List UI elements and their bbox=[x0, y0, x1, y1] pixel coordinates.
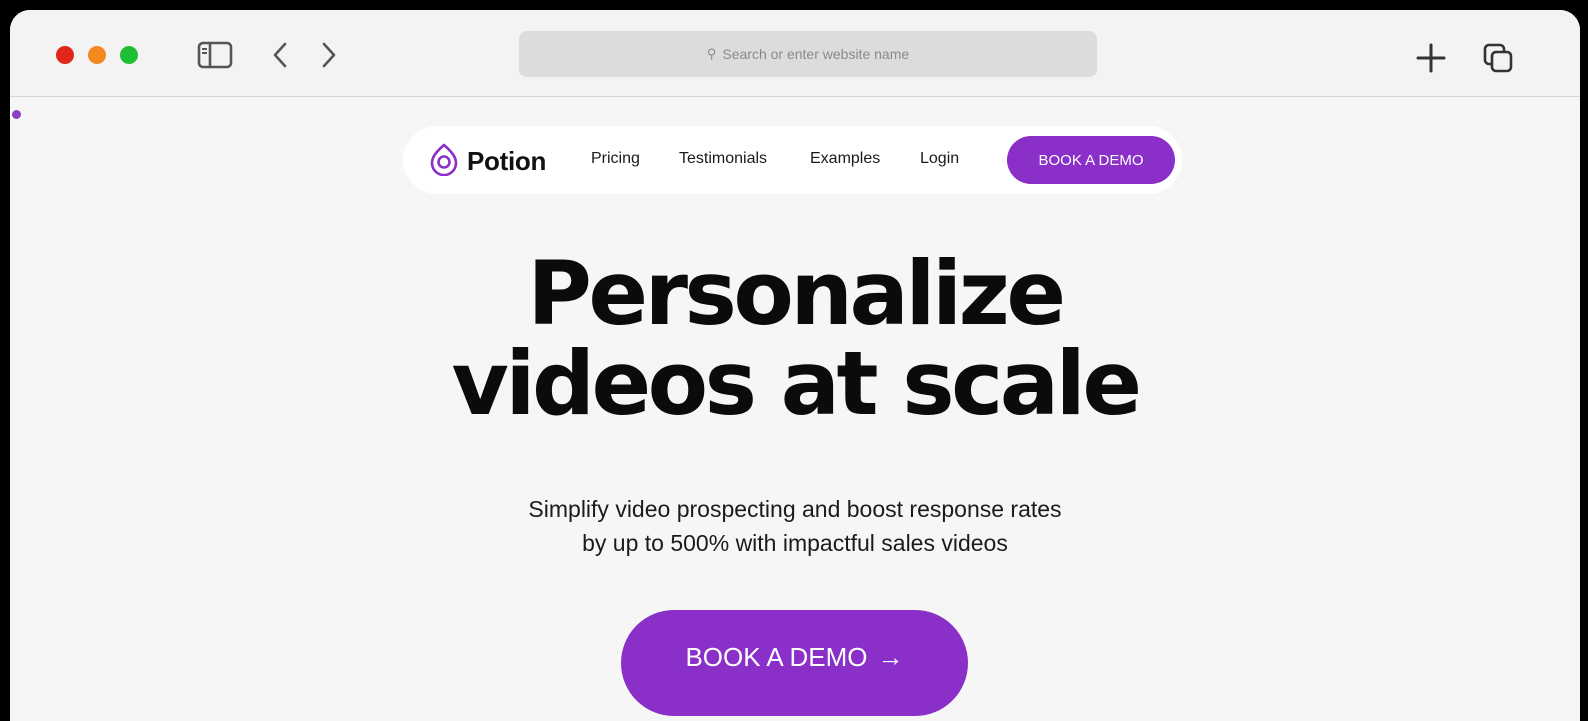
address-bar[interactable]: ⚲ Search or enter website name bbox=[519, 31, 1097, 77]
hero-headline-line-2: videos at scale bbox=[451, 332, 1142, 435]
nav-book-demo-button[interactable]: BOOK A DEMO bbox=[1007, 136, 1175, 184]
minimize-window-button[interactable] bbox=[88, 46, 106, 64]
hero-headline-line-1: Personalize bbox=[527, 242, 1066, 345]
hero-subtext-line-2: by up to 500% with impactful sales video… bbox=[582, 530, 1008, 556]
browser-toolbar: ⚲ Search or enter website name bbox=[10, 10, 1580, 97]
tabs-overview-icon[interactable] bbox=[1480, 40, 1516, 76]
nav-link-pricing[interactable]: Pricing bbox=[591, 150, 640, 168]
maximize-window-button[interactable] bbox=[120, 46, 138, 64]
forward-icon[interactable] bbox=[317, 40, 341, 70]
address-placeholder: Search or enter website name bbox=[722, 46, 910, 62]
nav-link-login[interactable]: Login bbox=[920, 150, 959, 168]
hero-subtext-line-1: Simplify video prospecting and boost res… bbox=[528, 496, 1062, 522]
close-window-button[interactable] bbox=[56, 46, 74, 64]
search-icon: ⚲ bbox=[706, 46, 717, 61]
indicator-dot bbox=[12, 110, 21, 119]
brand-logo[interactable]: Potion bbox=[427, 142, 546, 181]
brand-name: Potion bbox=[467, 146, 547, 176]
sidebar-icon[interactable] bbox=[195, 40, 235, 70]
hero-book-demo-button[interactable]: BOOK A DEMO → bbox=[621, 610, 968, 716]
potion-logo-icon bbox=[427, 142, 461, 181]
nav-link-examples[interactable]: Examples bbox=[810, 150, 880, 168]
nav-link-testimonials[interactable]: Testimonials bbox=[679, 150, 767, 168]
arrow-right-icon: → bbox=[877, 641, 904, 672]
site-nav: Potion Pricing Testimonials Examples Log… bbox=[403, 126, 1182, 194]
back-icon[interactable] bbox=[268, 40, 292, 70]
new-tab-icon[interactable] bbox=[1413, 40, 1449, 76]
hero-cta-label: BOOK A DEMO bbox=[685, 641, 868, 672]
browser-window: ⚲ Search or enter website name Potion Pr… bbox=[10, 10, 1580, 721]
